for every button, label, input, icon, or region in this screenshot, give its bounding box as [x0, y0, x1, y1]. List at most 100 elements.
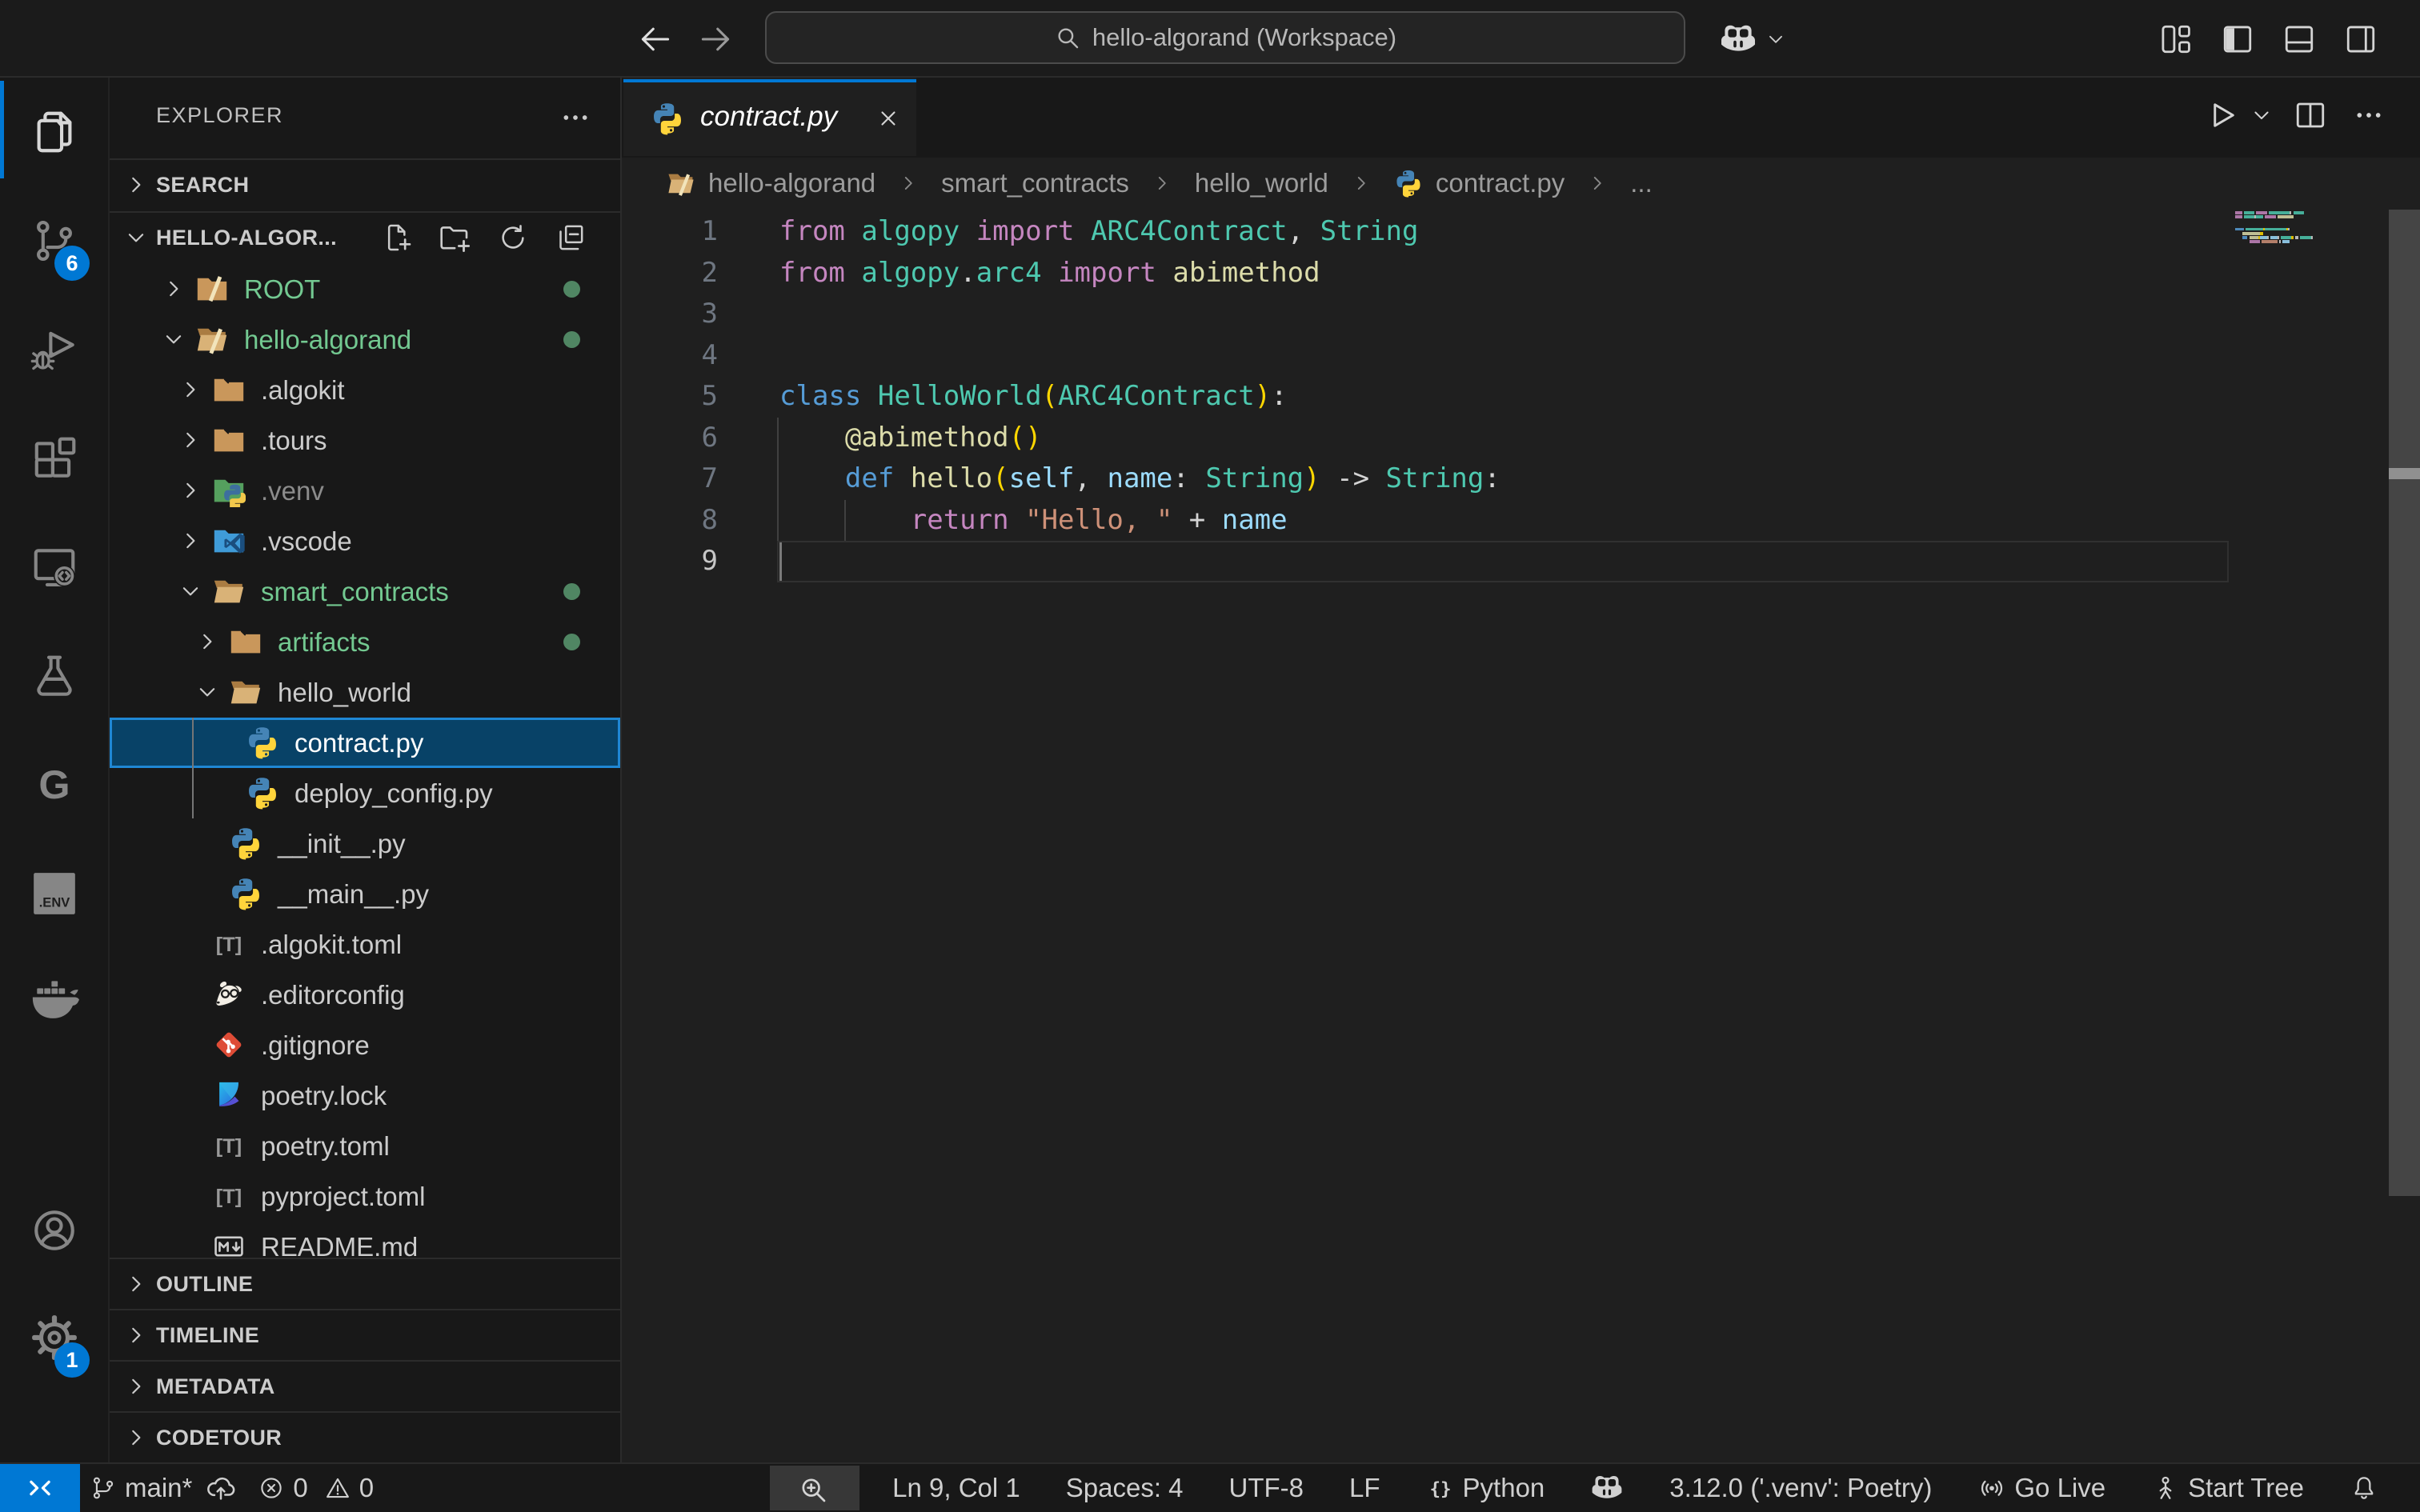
breadcrumb-hello-world[interactable]: hello_world	[1195, 168, 1328, 198]
activity-bar-item-extensions[interactable]	[0, 404, 108, 513]
explorer-more-actions-button[interactable]	[550, 92, 601, 143]
chevron-right-icon	[177, 477, 204, 504]
breadcrumb-smart-contracts[interactable]: smart_contracts	[941, 168, 1129, 198]
braces-icon: {}	[1426, 1474, 1455, 1502]
tree-item-artifacts[interactable]: artifacts	[110, 617, 620, 667]
minimap-line	[2294, 211, 2304, 214]
tab-contract-py[interactable]: contract.py	[623, 78, 916, 156]
status-encoding[interactable]: UTF-8	[1229, 1464, 1304, 1512]
status-cursor-position[interactable]: Ln 9, Col 1	[892, 1464, 1020, 1512]
activity-bar-item-testing[interactable]	[0, 622, 108, 730]
tree-item-tours[interactable]: .tours	[110, 415, 620, 466]
git-icon	[212, 1028, 246, 1062]
line-number: 6	[622, 418, 718, 459]
status-start-tree[interactable]: Start Tree	[2151, 1464, 2304, 1512]
tree-item-hello-world[interactable]: hello_world	[110, 667, 620, 718]
problems-status[interactable]: 0 0	[258, 1464, 374, 1512]
tree-item-contract-py[interactable]: contract.py	[110, 718, 620, 768]
breadcrumb-label: contract.py	[1436, 168, 1565, 198]
split-editor-button[interactable]	[2294, 98, 2353, 136]
minimap-line	[2288, 228, 2290, 231]
tree-item-poetry-toml[interactable]: [T]poetry.toml	[110, 1121, 620, 1171]
status-eol[interactable]: LF	[1349, 1464, 1380, 1512]
tree-item-editorconfig[interactable]: .editorconfig	[110, 970, 620, 1020]
run-dropdown-button[interactable]	[2250, 104, 2294, 130]
status-notifications[interactable]	[2350, 1464, 2378, 1512]
tree-item-venv[interactable]: .venv	[110, 466, 620, 516]
refresh-button[interactable]	[495, 220, 531, 255]
command-center-search[interactable]: hello-algorand (Workspace)	[765, 11, 1685, 64]
sidebar-section-timeline[interactable]: TIMELINE	[110, 1309, 620, 1360]
tree-item-main-py[interactable]: __main__.py	[110, 869, 620, 919]
activity-bar-item-source-control[interactable]: 6	[0, 186, 108, 295]
tree-item-smart-contracts[interactable]: smart_contracts	[110, 566, 620, 617]
chevron-right-icon	[160, 275, 187, 302]
breadcrumb--[interactable]: ...	[1630, 168, 1653, 198]
breadcrumb-separator-icon	[1152, 173, 1172, 194]
activity-bar-item-settings[interactable]: 1	[0, 1283, 108, 1392]
status-language-mode[interactable]: {}Python	[1426, 1464, 1545, 1512]
tree-item-algokit[interactable]: .algokit	[110, 365, 620, 415]
new-folder-icon	[439, 221, 472, 254]
tree-item-root[interactable]: ROOT	[110, 264, 620, 314]
tree-item-readme-md[interactable]: README.md	[110, 1222, 620, 1258]
activity-bar-item-docker[interactable]	[0, 948, 108, 1057]
tree-item-gitignore[interactable]: .gitignore	[110, 1020, 620, 1070]
status-python-interpreter[interactable]: 3.12.0 ('.venv': Poetry)	[1669, 1464, 1932, 1512]
nav-forward-button[interactable]	[695, 21, 736, 58]
tree-item-pyproject-toml[interactable]: [T]pyproject.toml	[110, 1171, 620, 1222]
tree-item-vscode[interactable]: .vscode	[110, 516, 620, 566]
customize-layout-button[interactable]	[2158, 21, 2194, 58]
line-number: 4	[622, 335, 718, 377]
tree-item-poetry-lock[interactable]: poetry.lock	[110, 1070, 620, 1121]
python-icon	[246, 726, 279, 759]
folder-icon	[212, 373, 246, 406]
status-copilot[interactable]	[1590, 1464, 1624, 1512]
status-indentation[interactable]: Spaces: 4	[1066, 1464, 1184, 1512]
sidebar-section-metadata[interactable]: METADATA	[110, 1360, 620, 1411]
editor-more-actions-button[interactable]	[2353, 99, 2420, 135]
new-file-icon	[382, 222, 414, 254]
activity-bar-item-accounts[interactable]	[0, 1176, 108, 1285]
text-cursor	[779, 542, 782, 581]
run-python-file-button[interactable]	[2204, 98, 2250, 137]
status-go-live[interactable]: Go Live	[1977, 1464, 2105, 1512]
command-center-label: hello-algorand (Workspace)	[1092, 23, 1396, 52]
new-file-button[interactable]	[380, 220, 415, 255]
minimap-line	[2235, 228, 2244, 231]
tree-item-init-py[interactable]: __init__.py	[110, 818, 620, 869]
sidebar-section-outline[interactable]: OUTLINE	[110, 1258, 620, 1309]
editor-scrollbar[interactable]	[2389, 210, 2420, 1196]
sidebar-section-codetour[interactable]: CODETOUR	[110, 1411, 620, 1462]
git-branch-status[interactable]: main*	[90, 1464, 237, 1512]
branch-name: main*	[125, 1473, 192, 1503]
activity-bar-item-gitlens[interactable]: G	[0, 730, 108, 839]
section-label-workspace: HELLO-ALGOR...	[156, 226, 337, 250]
sidebar-title: EXPLORER	[156, 103, 283, 128]
tree-item-deploy-config-py[interactable]: deploy_config.py	[110, 768, 620, 818]
breadcrumb-hello-algorand[interactable]: hello-algorand	[667, 168, 875, 198]
sidebar-section-workspace[interactable]: HELLO-ALGOR...	[110, 211, 620, 262]
testing-icon	[30, 651, 79, 701]
tree-item-algokit-toml[interactable]: [T].algokit.toml	[110, 919, 620, 970]
tab-close-icon[interactable]	[876, 106, 900, 130]
breadcrumb-contract-py[interactable]: contract.py	[1394, 168, 1565, 198]
arrow-left-icon	[638, 22, 673, 57]
git-decoration-dot	[563, 281, 580, 298]
tree-item-hello-algorand[interactable]: hello-algorand	[110, 314, 620, 365]
toggle-secondary-sidebar-button[interactable]	[2342, 21, 2379, 58]
copilot-menu-button[interactable]	[1709, 18, 1797, 61]
activity-bar-item-explorer[interactable]	[0, 78, 108, 186]
new-folder-button[interactable]	[438, 220, 473, 255]
activity-bar-item-dotenv[interactable]: .ENV	[0, 839, 108, 948]
activity-bar-item-run-and-debug[interactable]	[0, 295, 108, 404]
status-label: LF	[1349, 1473, 1380, 1503]
nav-back-button[interactable]	[635, 21, 676, 58]
code-area[interactable]: 1from algopy import ARC4Contract, String…	[622, 209, 2420, 1462]
activity-bar-item-remote-explorer[interactable]	[0, 513, 108, 622]
collapse-all-button[interactable]	[553, 220, 588, 255]
sidebar-section-search[interactable]: SEARCH	[110, 158, 620, 210]
remote-indicator[interactable]	[0, 1464, 80, 1512]
toggle-primary-sidebar-button[interactable]	[2219, 21, 2256, 58]
toggle-panel-button[interactable]	[2281, 21, 2318, 58]
